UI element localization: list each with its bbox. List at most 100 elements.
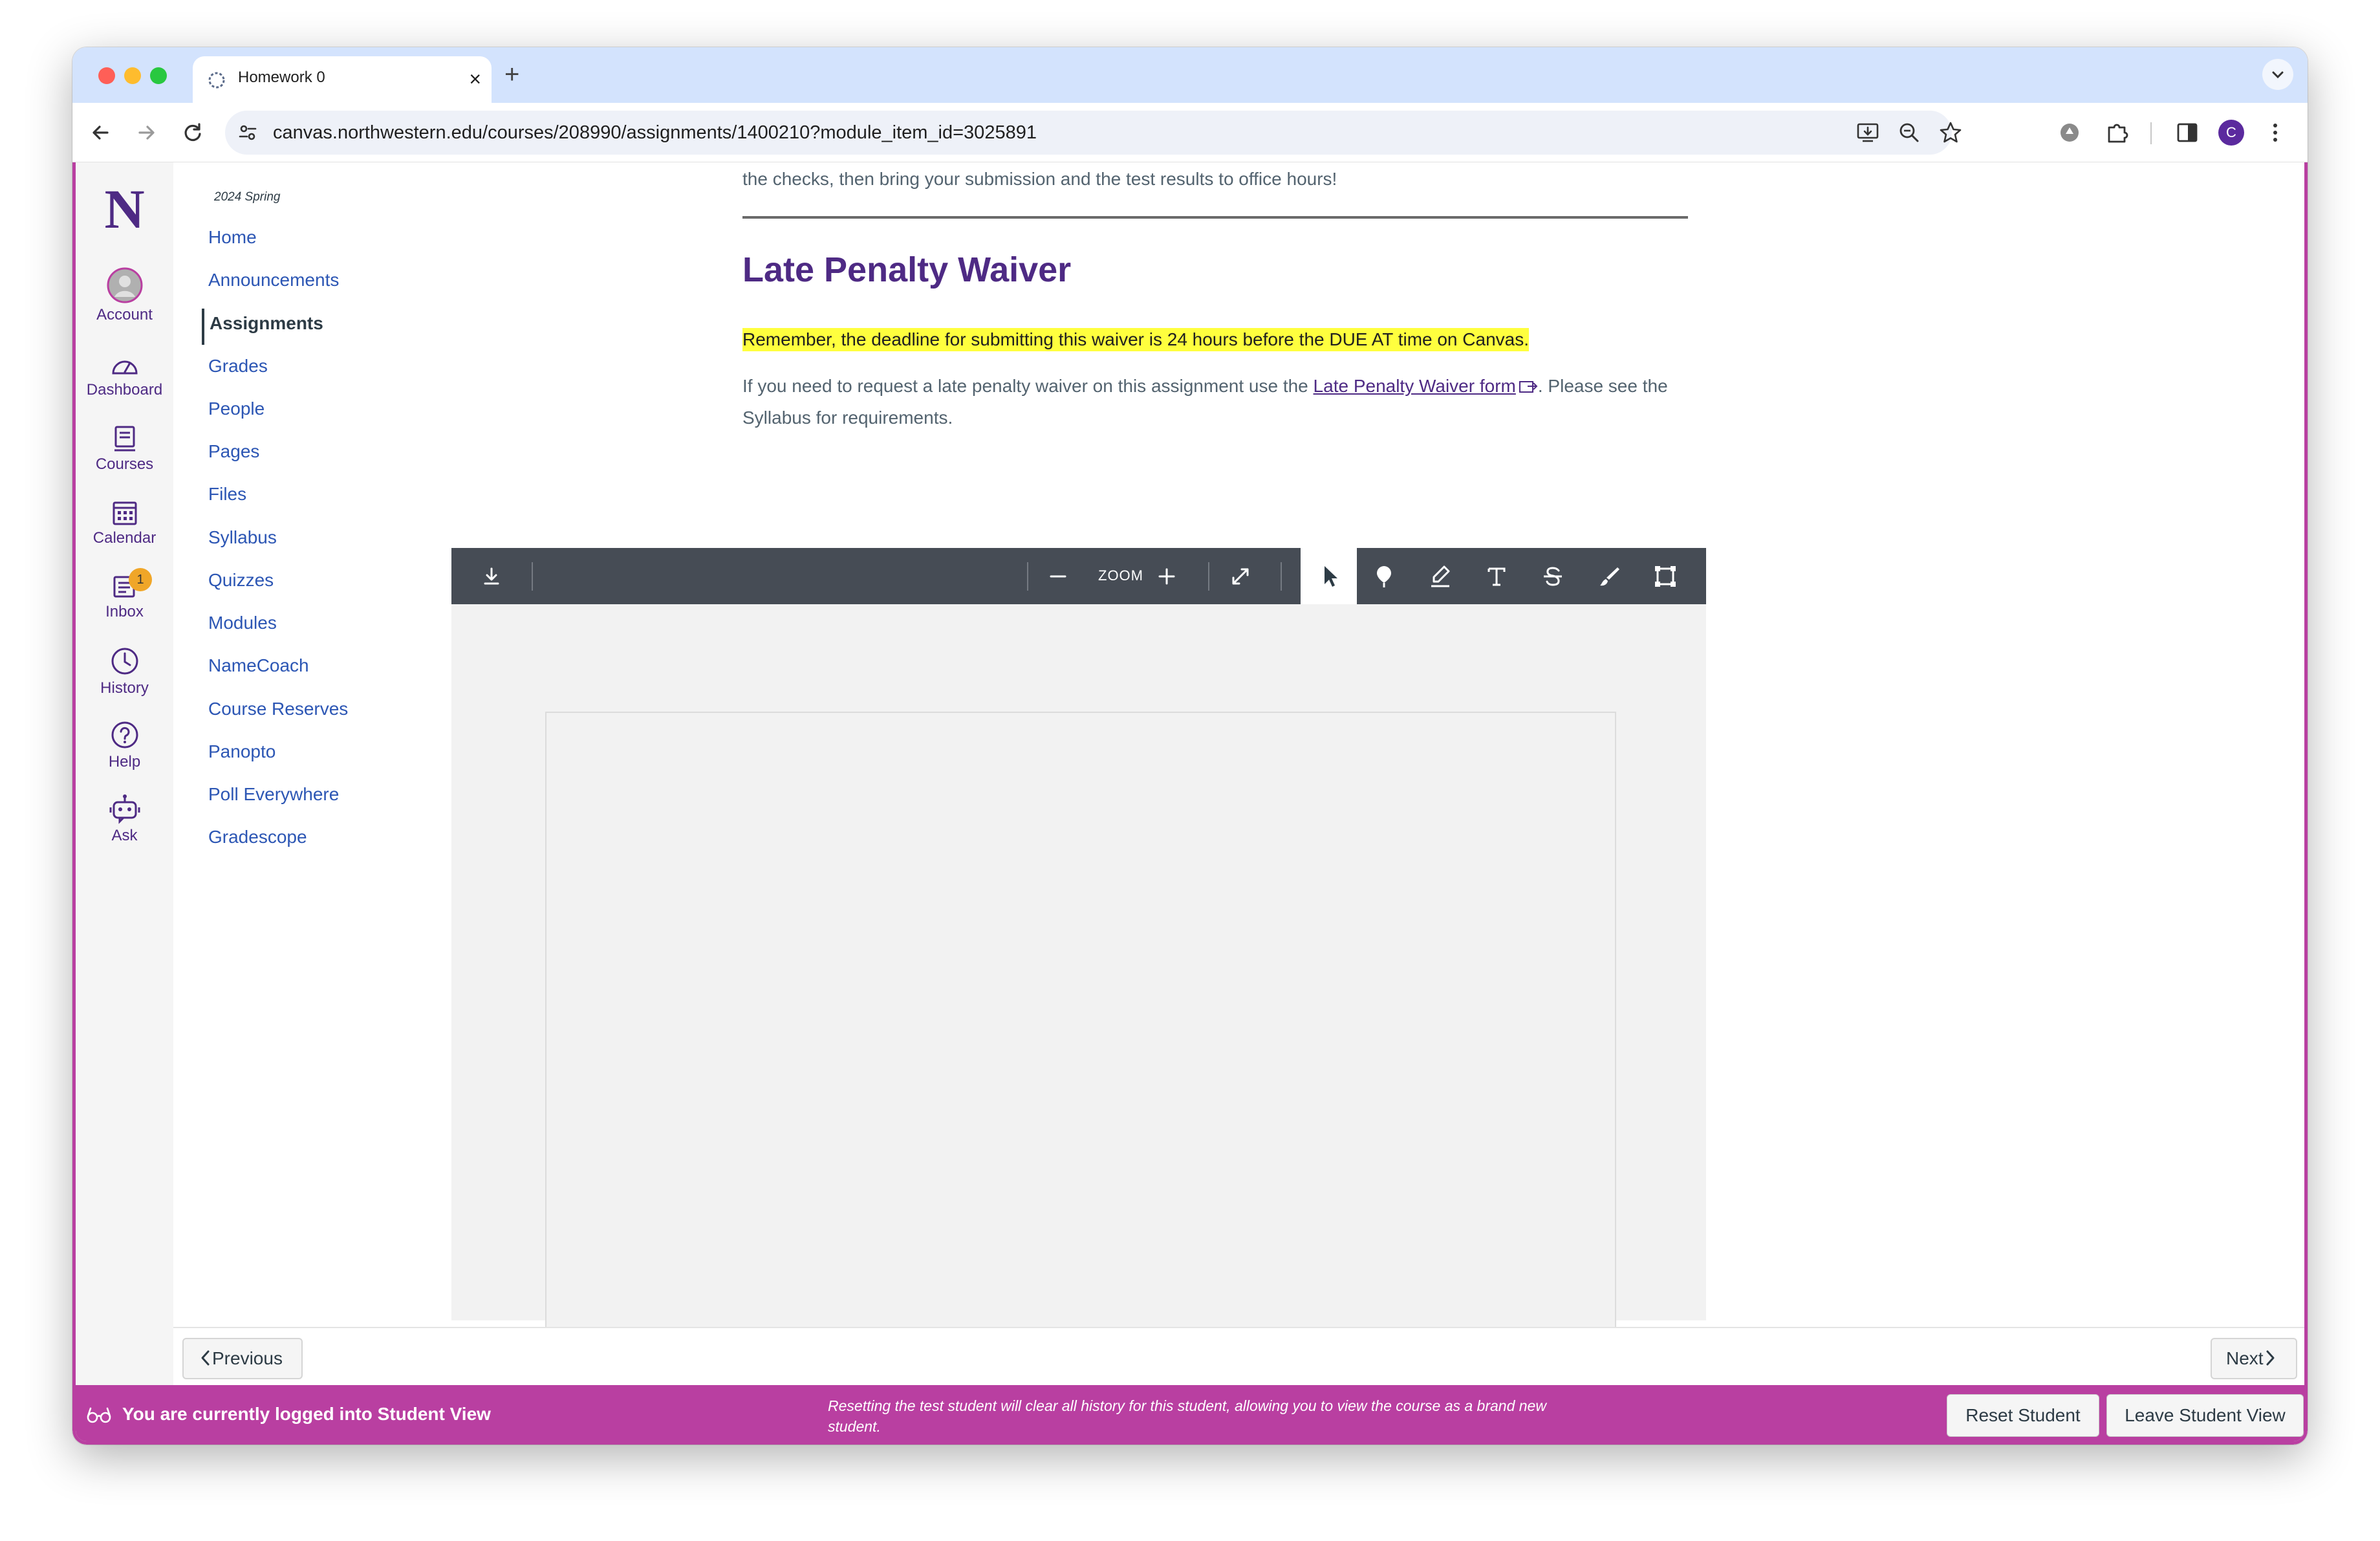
browser-toolbar: canvas.northwestern.edu/courses/208990/a… — [72, 103, 2308, 162]
minimize-window-button[interactable] — [124, 67, 141, 84]
late-penalty-waiver-link[interactable]: Late Penalty Waiver form — [1314, 376, 1538, 396]
canvas-page: N Account Dashboard Courses Calendar 1 I… — [72, 162, 2308, 1445]
back-arrow-icon[interactable] — [87, 118, 115, 147]
toolbar-separator — [532, 562, 533, 591]
calendar-label: Calendar — [92, 529, 157, 547]
text-tool-icon[interactable] — [1484, 563, 1509, 589]
inbox-label: Inbox — [105, 603, 144, 620]
tab-title: Homework 0 — [238, 69, 325, 86]
strikeout-icon[interactable] — [1540, 563, 1566, 589]
side-panel-icon[interactable] — [2173, 118, 2202, 147]
zoom-label: ZOOM — [1098, 567, 1143, 584]
ask-label: Ask — [111, 827, 138, 844]
document-page — [545, 712, 1616, 1352]
fullscreen-icon[interactable] — [1228, 563, 1253, 589]
next-button[interactable]: Next — [2211, 1338, 2297, 1379]
course-nav-people[interactable]: People — [208, 399, 265, 419]
select-tool-button[interactable] — [1301, 548, 1357, 604]
new-tab-button[interactable]: + — [504, 60, 519, 89]
global-nav-ask[interactable]: Ask — [76, 793, 173, 845]
history-icon — [111, 648, 138, 675]
course-nav-syllabus[interactable]: Syllabus — [208, 527, 277, 548]
courses-icon — [114, 426, 135, 452]
close-window-button[interactable] — [98, 67, 115, 84]
global-nav-account[interactable]: Account — [76, 267, 173, 324]
toolbar-divider — [2150, 122, 2152, 144]
browser-tab-active[interactable]: Homework 0 × — [193, 56, 492, 103]
freedraw-icon[interactable] — [1596, 563, 1622, 589]
zoom-magnifier-icon[interactable] — [1896, 120, 1922, 146]
northwestern-logo[interactable]: N — [76, 177, 173, 241]
external-link-icon — [1519, 381, 1538, 393]
courses-label: Courses — [95, 455, 154, 473]
course-nav-quizzes[interactable]: Quizzes — [208, 570, 274, 591]
assignment-content: the checks, then bring your submission a… — [451, 162, 2304, 1352]
global-nav-dashboard[interactable]: Dashboard — [76, 353, 173, 399]
course-nav-poll-everywhere[interactable]: Poll Everywhere — [208, 784, 339, 805]
address-bar[interactable]: canvas.northwestern.edu/courses/208990/a… — [225, 111, 1962, 155]
course-nav-announcements[interactable]: Announcements — [208, 270, 339, 290]
course-nav-panopto[interactable]: Panopto — [208, 741, 276, 762]
course-nav-gradescope[interactable]: Gradescope — [208, 827, 307, 847]
site-settings-icon[interactable] — [237, 122, 259, 144]
course-nav-grades[interactable]: Grades — [208, 356, 268, 377]
course-nav-modules[interactable]: Modules — [208, 613, 277, 633]
forward-arrow-icon[interactable] — [132, 118, 160, 147]
zoom-in-icon[interactable] — [1154, 563, 1180, 589]
reload-icon[interactable] — [178, 118, 207, 147]
ask-bot-icon — [109, 794, 140, 824]
course-nav-assignments[interactable]: Assignments — [210, 313, 323, 334]
document-viewer: ZOOM — [451, 548, 1706, 1352]
deadline-highlight: Remember, the deadline for submitting th… — [742, 328, 1530, 351]
student-view-title: You are currently logged into Student Vi… — [122, 1404, 491, 1424]
chevron-down-icon — [2272, 71, 2284, 79]
url-text: canvas.northwestern.edu/courses/208990/a… — [273, 122, 1037, 143]
history-label: History — [100, 679, 149, 697]
course-nav-namecoach[interactable]: NameCoach — [208, 655, 309, 676]
previous-label: Previous — [212, 1348, 283, 1368]
link-text: Late Penalty Waiver form — [1313, 376, 1516, 396]
global-nav: N Account Dashboard Courses Calendar 1 I… — [76, 162, 173, 1385]
tab-search-button[interactable] — [2262, 59, 2293, 90]
viewer-toolbar: ZOOM — [451, 548, 1706, 604]
section-heading: Late Penalty Waiver — [742, 250, 1072, 289]
global-nav-history[interactable]: History — [76, 646, 173, 697]
global-nav-calendar[interactable]: Calendar — [76, 498, 173, 547]
previous-button[interactable]: Previous — [182, 1338, 303, 1379]
tab-close-icon[interactable]: × — [469, 66, 481, 92]
module-pager: Previous Next — [173, 1327, 2304, 1385]
area-select-icon[interactable] — [1652, 563, 1678, 589]
zoom-out-icon[interactable] — [1045, 563, 1071, 589]
course-nav-files[interactable]: Files — [208, 484, 246, 505]
highlight-pen-icon[interactable] — [1427, 563, 1453, 589]
profile-avatar[interactable]: C — [2218, 120, 2244, 146]
global-nav-inbox[interactable]: 1 Inbox — [76, 568, 173, 621]
tab-strip: Homework 0 × + — [72, 47, 2308, 103]
loading-spinner-icon — [208, 72, 225, 89]
dashboard-label: Dashboard — [86, 381, 163, 399]
help-icon — [111, 721, 138, 749]
extension-icon[interactable] — [2055, 118, 2084, 147]
select-pointer-icon — [1325, 566, 1337, 587]
waiver-paragraph: If you need to request a late penalty wa… — [742, 370, 1700, 433]
menu-kebab-icon[interactable] — [2261, 118, 2289, 147]
global-nav-help[interactable]: Help — [76, 719, 173, 771]
chevron-left-icon — [201, 1350, 210, 1366]
global-nav-courses[interactable]: Courses — [76, 424, 173, 474]
course-nav-pages[interactable]: Pages — [208, 441, 259, 462]
download-icon[interactable] — [479, 563, 504, 589]
leave-student-view-button[interactable]: Leave Student View — [2106, 1394, 2304, 1437]
student-view-banner: You are currently logged into Student Vi… — [76, 1385, 2304, 1441]
bookmark-star-icon[interactable] — [1938, 120, 1964, 146]
intro-text-fragment: the checks, then bring your submission a… — [742, 169, 1337, 189]
reset-student-button[interactable]: Reset Student — [1947, 1394, 2099, 1437]
extensions-puzzle-icon[interactable] — [2103, 118, 2132, 147]
course-nav-course-reserves[interactable]: Course Reserves — [208, 699, 348, 719]
point-annotation-icon[interactable] — [1371, 563, 1397, 589]
course-nav: 2024 Spring Home Announcements Assignmen… — [173, 162, 451, 1327]
install-app-icon[interactable] — [1855, 120, 1881, 146]
inbox-unread-badge: 1 — [129, 568, 152, 591]
account-label: Account — [96, 306, 153, 323]
maximize-window-button[interactable] — [150, 67, 167, 84]
course-nav-home[interactable]: Home — [208, 227, 257, 248]
